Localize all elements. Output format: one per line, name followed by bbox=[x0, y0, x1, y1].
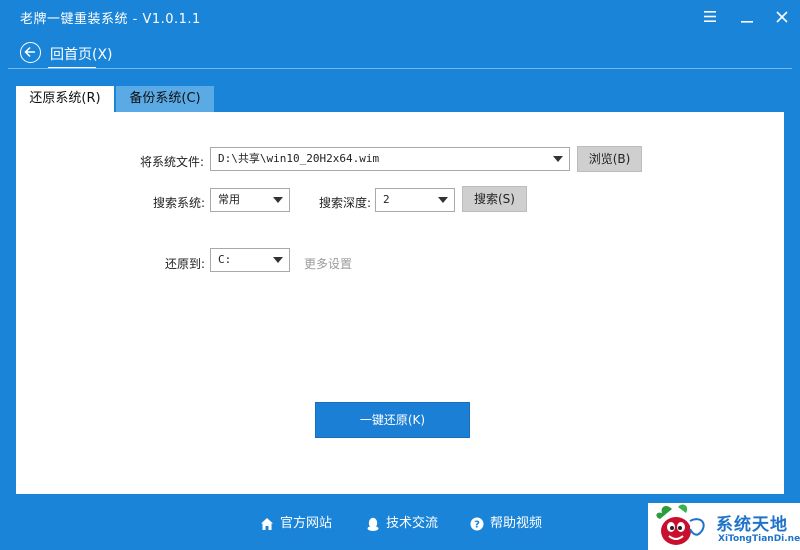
close-icon bbox=[776, 11, 788, 23]
window-title: 老牌一键重装系统 - V1.0.1.1 bbox=[20, 12, 201, 27]
dropdown-arrow-icon bbox=[273, 197, 283, 203]
browse-button[interactable]: 浏览(B) bbox=[577, 146, 642, 172]
watermark-name-cn: 系统天地 bbox=[716, 515, 788, 535]
file-label: 将系统文件: bbox=[140, 155, 205, 169]
back-home-link[interactable]: 回首页(X) bbox=[50, 44, 113, 64]
restore-to-label: 还原到: bbox=[165, 257, 206, 271]
dropdown-arrow-icon bbox=[553, 156, 563, 162]
help-video-label: 帮助视频 bbox=[490, 516, 543, 531]
watermark-name-en: XiTongTianDi.net bbox=[718, 534, 800, 544]
tech-exchange-link[interactable]: 技术交流 bbox=[366, 515, 448, 533]
minimize-button[interactable] bbox=[736, 6, 758, 28]
tab-restore-system[interactable]: 还原系统(R) bbox=[16, 86, 114, 112]
header-divider bbox=[8, 68, 792, 69]
minimize-icon bbox=[741, 21, 753, 23]
menu-button[interactable] bbox=[699, 6, 721, 28]
close-button[interactable] bbox=[771, 6, 793, 28]
search-system-value: 常用 bbox=[218, 193, 240, 206]
one-click-restore-button[interactable]: 一键还原(K) bbox=[315, 402, 470, 438]
restore-to-select[interactable]: C: bbox=[210, 248, 290, 272]
help-icon: ? bbox=[470, 517, 484, 531]
tech-exchange-label: 技术交流 bbox=[386, 516, 439, 531]
search-depth-value: 2 bbox=[383, 193, 390, 206]
search-depth-select[interactable]: 2 bbox=[375, 188, 455, 212]
back-bar: 回首页(X) bbox=[0, 34, 800, 70]
home-icon bbox=[261, 518, 273, 530]
official-website-label: 官方网站 bbox=[280, 516, 333, 531]
dropdown-arrow-icon bbox=[438, 197, 448, 203]
radish-mascot-icon bbox=[656, 504, 705, 545]
restore-to-value: C: bbox=[218, 253, 232, 266]
tab-backup-system[interactable]: 备份系统(C) bbox=[116, 86, 214, 112]
hamburger-icon bbox=[704, 11, 716, 22]
svg-text:?: ? bbox=[474, 520, 480, 531]
title-bar: 老牌一键重装系统 - V1.0.1.1 bbox=[0, 0, 800, 34]
search-system-label: 搜索系统: bbox=[153, 196, 206, 210]
search-depth-label: 搜索深度: bbox=[319, 196, 372, 210]
search-system-select[interactable]: 常用 bbox=[210, 188, 290, 212]
watermark-logo: 系统天地 XiTongTianDi.net bbox=[648, 503, 800, 550]
official-website-link[interactable]: 官方网站 bbox=[260, 515, 340, 533]
help-video-link[interactable]: ? 帮助视频 bbox=[470, 515, 552, 533]
back-button[interactable] bbox=[20, 42, 41, 63]
qq-penguin-icon bbox=[367, 517, 379, 531]
search-button[interactable]: 搜索(S) bbox=[462, 186, 527, 212]
dropdown-arrow-icon bbox=[273, 257, 283, 263]
more-settings-link[interactable]: 更多设置 bbox=[304, 255, 352, 272]
arrow-left-icon bbox=[24, 46, 35, 58]
system-file-value: D:\共享\win10_20H2x64.wim bbox=[218, 152, 380, 165]
system-file-select[interactable]: D:\共享\win10_20H2x64.wim bbox=[210, 147, 570, 171]
